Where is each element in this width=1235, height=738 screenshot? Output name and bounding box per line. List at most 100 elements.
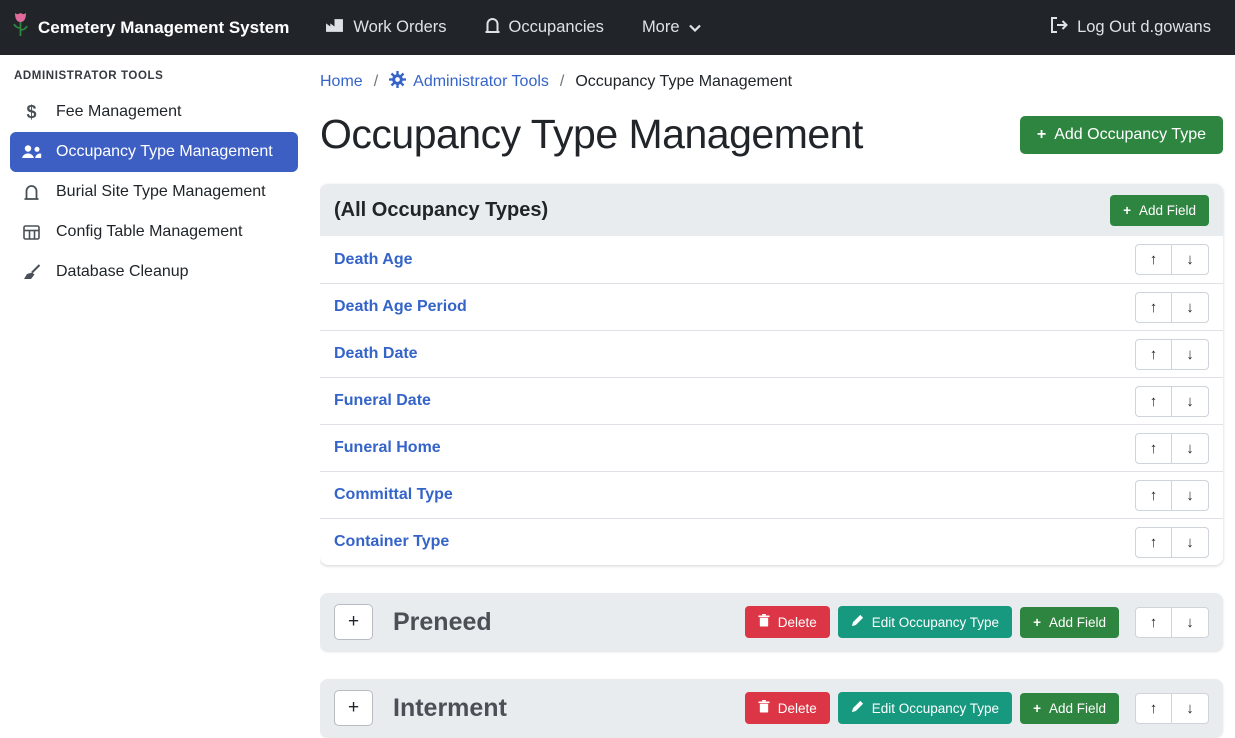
delete-button[interactable]: Delete (745, 692, 830, 724)
arrow-down-icon: ↓ (1186, 534, 1194, 551)
sidebar-header: Administrator Tools (0, 61, 308, 92)
reorder-buttons: ↑ ↓ (1135, 527, 1209, 558)
logout-label: Log Out d.gowans (1077, 18, 1211, 37)
edit-occupancy-type-button[interactable]: Edit Occupancy Type (838, 606, 1012, 638)
add-field-label: Add Field (1049, 701, 1106, 716)
breadcrumb-home-link[interactable]: Home (320, 73, 363, 91)
dollar-icon: $ (20, 102, 43, 123)
sidebar-item-fee-management[interactable]: $ Fee Management (0, 92, 308, 132)
work-orders-icon (325, 18, 344, 38)
table-row: Funeral Home ↑ ↓ (320, 424, 1223, 471)
move-down-button[interactable]: ↓ (1172, 339, 1209, 370)
field-link[interactable]: Committal Type (334, 486, 453, 504)
nav-item-occupancies[interactable]: Occupancies (485, 17, 604, 38)
move-up-button[interactable]: ↑ (1135, 433, 1172, 464)
sidebar-item-database-cleanup[interactable]: Database Cleanup (0, 252, 308, 292)
reorder-buttons: ↑ ↓ (1135, 693, 1209, 724)
reorder-buttons: ↑ ↓ (1135, 607, 1209, 638)
nav-item-label: More (642, 18, 680, 37)
plus-icon: + (348, 697, 359, 719)
title-row: Occupancy Type Management + Add Occupanc… (320, 111, 1223, 158)
sidebar: Administrator Tools $ Fee Management Occ… (0, 55, 308, 738)
logout-icon (1050, 17, 1068, 38)
move-up-button[interactable]: ↑ (1135, 607, 1172, 638)
arrow-up-icon: ↑ (1150, 346, 1158, 363)
sidebar-item-label: Database Cleanup (56, 263, 189, 281)
field-link[interactable]: Death Date (334, 345, 418, 363)
nav-item-label: Occupancies (509, 18, 604, 37)
sidebar-item-config-table-management[interactable]: Config Table Management (0, 212, 308, 252)
nav-item-work-orders[interactable]: Work Orders (325, 18, 446, 38)
nav-item-more[interactable]: More (642, 18, 701, 37)
table-row: Committal Type ↑ ↓ (320, 471, 1223, 518)
delete-label: Delete (778, 701, 817, 716)
arrow-up-icon: ↑ (1150, 251, 1158, 268)
arrow-up-icon: ↑ (1150, 614, 1158, 631)
move-up-button[interactable]: ↑ (1135, 244, 1172, 275)
arrow-up-icon: ↑ (1150, 440, 1158, 457)
arrow-down-icon: ↓ (1186, 700, 1194, 717)
logout-button[interactable]: Log Out d.gowans (1050, 17, 1211, 38)
field-link[interactable]: Funeral Date (334, 392, 431, 410)
sidebar-item-label: Occupancy Type Management (56, 143, 273, 161)
move-down-button[interactable]: ↓ (1172, 480, 1209, 511)
section-actions: Delete Edit Occupancy Type + Add Field ↑… (745, 606, 1209, 638)
move-down-button[interactable]: ↓ (1172, 693, 1209, 724)
sidebar-item-occupancy-type-management[interactable]: Occupancy Type Management (10, 132, 298, 172)
arrow-up-icon: ↑ (1150, 534, 1158, 551)
add-field-button[interactable]: + Add Field (1020, 693, 1119, 724)
breadcrumb-admin-tools-link[interactable]: Administrator Tools (389, 71, 549, 93)
sidebar-item-label: Burial Site Type Management (56, 183, 266, 201)
move-down-button[interactable]: ↓ (1172, 607, 1209, 638)
move-down-button[interactable]: ↓ (1172, 527, 1209, 558)
edit-label: Edit Occupancy Type (872, 615, 999, 630)
reorder-buttons: ↑ ↓ (1135, 292, 1209, 323)
trash-icon (758, 614, 770, 630)
users-icon (20, 145, 43, 159)
field-link[interactable]: Death Age Period (334, 298, 467, 316)
expand-button[interactable]: + (334, 690, 373, 726)
field-link[interactable]: Death Age (334, 251, 413, 269)
trash-icon (758, 700, 770, 716)
plus-icon: + (1033, 701, 1041, 716)
move-up-button[interactable]: ↑ (1135, 292, 1172, 323)
breadcrumb-separator: / (560, 73, 564, 91)
edit-occupancy-type-button[interactable]: Edit Occupancy Type (838, 692, 1012, 724)
arrow-down-icon: ↓ (1186, 251, 1194, 268)
gear-icon (389, 71, 406, 93)
plus-icon: + (1033, 615, 1041, 630)
reorder-buttons: ↑ ↓ (1135, 386, 1209, 417)
arrow-down-icon: ↓ (1186, 487, 1194, 504)
table-row: Death Date ↑ ↓ (320, 330, 1223, 377)
add-field-label: Add Field (1049, 615, 1106, 630)
table-row: Funeral Date ↑ ↓ (320, 377, 1223, 424)
move-up-button[interactable]: ↑ (1135, 386, 1172, 417)
move-up-button[interactable]: ↑ (1135, 339, 1172, 370)
section-interment: + Interment Delete Edit Occupancy Type +… (320, 679, 1223, 737)
move-up-button[interactable]: ↑ (1135, 527, 1172, 558)
move-down-button[interactable]: ↓ (1172, 386, 1209, 417)
expand-button[interactable]: + (334, 604, 373, 640)
plus-icon: + (1123, 203, 1131, 218)
arrow-down-icon: ↓ (1186, 393, 1194, 410)
pencil-icon (851, 700, 864, 716)
delete-button[interactable]: Delete (745, 606, 830, 638)
arrow-down-icon: ↓ (1186, 299, 1194, 316)
add-field-button[interactable]: + Add Field (1110, 195, 1209, 226)
move-down-button[interactable]: ↓ (1172, 292, 1209, 323)
section-title: Interment (393, 694, 507, 723)
app-brand[interactable]: Cemetery Management System (12, 12, 289, 43)
table-row: Death Age Period ↑ ↓ (320, 283, 1223, 330)
field-link[interactable]: Funeral Home (334, 439, 441, 457)
move-up-button[interactable]: ↑ (1135, 480, 1172, 511)
sidebar-item-burial-site-type-management[interactable]: Burial Site Type Management (0, 172, 308, 212)
field-link[interactable]: Container Type (334, 533, 449, 551)
add-field-button[interactable]: + Add Field (1020, 607, 1119, 638)
add-occupancy-type-button[interactable]: + Add Occupancy Type (1020, 116, 1223, 154)
plus-icon: + (348, 611, 359, 633)
breadcrumb: Home / Administrator Tools / Occupancy T… (320, 71, 1223, 93)
move-down-button[interactable]: ↓ (1172, 244, 1209, 275)
breadcrumb-separator: / (374, 73, 378, 91)
move-down-button[interactable]: ↓ (1172, 433, 1209, 464)
move-up-button[interactable]: ↑ (1135, 693, 1172, 724)
